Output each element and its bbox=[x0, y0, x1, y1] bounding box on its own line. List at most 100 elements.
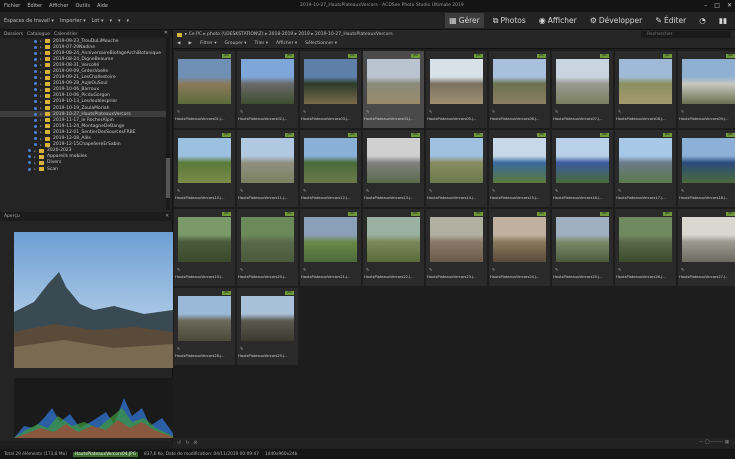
thumbnail[interactable]: JPG ✎ HautsPlateauxVercors29.J... bbox=[237, 288, 298, 365]
tree-scrollbar[interactable] bbox=[166, 38, 170, 210]
close-icon[interactable]: ✕ bbox=[165, 212, 169, 221]
mode-manage[interactable]: ▦ Gérer bbox=[445, 13, 484, 28]
group-menu[interactable]: Grouper ▾ bbox=[225, 41, 247, 46]
sort-menu[interactable]: Trier ▾ bbox=[255, 41, 269, 46]
maximize-icon[interactable]: □ bbox=[714, 2, 720, 9]
mode-edit[interactable]: ✎ Éditer bbox=[651, 13, 690, 28]
edited-icon: ✎ bbox=[618, 109, 622, 114]
edited-icon: ✎ bbox=[366, 188, 370, 193]
rotate-left-icon[interactable]: ↺ bbox=[177, 440, 181, 446]
view-menu[interactable]: Afficher ▾ bbox=[276, 41, 297, 46]
thumbnail[interactable]: JPG ✎ HautsPlateauxVercors26.J... bbox=[615, 209, 676, 286]
tree-folder[interactable]: ▸ Scan bbox=[0, 166, 166, 172]
thumbnail-caption: HautsPlateauxVercors15.J... bbox=[490, 196, 540, 200]
slideshow-button[interactable]: ▾ bbox=[118, 18, 121, 24]
thumbnail[interactable]: JPG ✎ HautsPlateauxVercors20.J... bbox=[237, 209, 298, 286]
thumbnail[interactable]: JPG ✎ HautsPlateauxVercors10.J... bbox=[174, 130, 235, 207]
tree-folder-label: 2019-07-29Nadine bbox=[53, 44, 96, 50]
edited-icon: ✎ bbox=[555, 109, 559, 114]
thumbnail[interactable]: JPG ✎ HautsPlateauxVercors13.J... bbox=[363, 130, 424, 207]
menu-afficher[interactable]: Afficher bbox=[49, 3, 68, 9]
thumbnail[interactable]: JPG ✎ HautsPlateauxVercors23.J... bbox=[426, 209, 487, 286]
minimize-icon[interactable]: – bbox=[704, 2, 707, 9]
thumbnail[interactable]: JPG ✎ HautsPlateauxVercors04.J... bbox=[363, 51, 424, 128]
thumbnail[interactable]: JPG ✎ HautsPlateauxVercors01.J... bbox=[174, 51, 235, 128]
thumbnail[interactable]: JPG ✎ HautsPlateauxVercors22.J... bbox=[363, 209, 424, 286]
stats-icon[interactable]: ▮▮ bbox=[715, 13, 731, 28]
thumbnail-caption: HautsPlateauxVercors02.J... bbox=[238, 117, 288, 121]
pin-icon[interactable]: ✕ bbox=[164, 30, 168, 36]
sync-indicator-icon bbox=[28, 161, 31, 165]
folder-icon bbox=[39, 154, 44, 159]
thumbnail[interactable]: JPG ✎ HautsPlateauxVercors25.J... bbox=[552, 209, 613, 286]
thumbnail[interactable]: JPG ✎ HautsPlateauxVercors09.J... bbox=[678, 51, 735, 128]
breadcrumb-path[interactable]: ▸ Ce PC ▸ photo (\\DESKSTATION\Z) ▸ 2018… bbox=[185, 32, 393, 37]
thumbnail-caption: HautsPlateauxVercors09.J... bbox=[679, 117, 729, 121]
edited-icon: ✎ bbox=[429, 188, 433, 193]
thumbnail[interactable]: JPG ✎ HautsPlateauxVercors27.J... bbox=[678, 209, 735, 286]
eye-icon: ◉ bbox=[538, 16, 546, 25]
file-type-badge: JPG bbox=[726, 133, 735, 137]
thumbnail[interactable]: JPG ✎ HautsPlateauxVercors03.J... bbox=[300, 51, 361, 128]
thumbnail[interactable]: JPG ✎ HautsPlateauxVercors02.J... bbox=[237, 51, 298, 128]
tree-folder-label: 2019-09-28_AuJeOuSoul bbox=[53, 81, 108, 87]
tab-folders[interactable]: Dossiers bbox=[4, 32, 23, 37]
thumbnail[interactable]: JPG ✎ HautsPlateauxVercors06.J... bbox=[489, 51, 550, 128]
search-input[interactable]: Rechercher bbox=[641, 31, 731, 38]
thumbnail[interactable]: JPG ✎ HautsPlateauxVercors05.J... bbox=[426, 51, 487, 128]
back-icon[interactable]: ◀ bbox=[177, 41, 180, 46]
thumbnail[interactable]: JPG ✎ HautsPlateauxVercors07.J... bbox=[552, 51, 613, 128]
thumbnail[interactable]: JPG ✎ HautsPlateauxVercors18.J... bbox=[678, 130, 735, 207]
thumbnail-caption: HautsPlateauxVercors29.J... bbox=[238, 354, 288, 358]
thumbnail-caption: HautsPlateauxVercors25.J... bbox=[553, 275, 603, 279]
thumbnail-size-slider[interactable]: — ◯——— ▦ bbox=[699, 440, 729, 445]
workspaces-button[interactable]: Espaces de travail ▾ bbox=[4, 18, 54, 24]
thumbnail-image bbox=[178, 138, 231, 183]
mode-view[interactable]: ◉ Afficher bbox=[535, 13, 581, 28]
menu-aide[interactable]: Aide bbox=[97, 3, 108, 9]
menu-fichier[interactable]: Fichier bbox=[4, 3, 20, 9]
thumbnail-image bbox=[556, 217, 609, 262]
rotate-right-icon[interactable]: ↻ bbox=[185, 440, 189, 446]
menu-outils[interactable]: Outils bbox=[75, 3, 89, 9]
preview-header: Aperçu ✕ bbox=[0, 212, 173, 221]
send-button[interactable]: ▾ bbox=[127, 18, 130, 24]
forward-icon[interactable]: ▶ bbox=[188, 41, 191, 46]
batch-button[interactable]: Lot ▾ bbox=[92, 18, 104, 24]
thumbnail[interactable]: JPG ✎ HautsPlateauxVercors24.J... bbox=[489, 209, 550, 286]
mode-photos[interactable]: ⧉ Photos bbox=[489, 13, 530, 28]
create-button[interactable]: ▾ bbox=[110, 18, 113, 24]
thumbnail[interactable]: JPG ✎ HautsPlateauxVercors28.J... bbox=[174, 288, 235, 365]
thumbnail-caption: HautsPlateauxVercors13.J... bbox=[364, 196, 414, 200]
scrollbar-thumb[interactable] bbox=[166, 158, 170, 198]
thumbnail-image bbox=[619, 217, 672, 262]
thumbnail[interactable]: JPG ✎ HautsPlateauxVercors08.J... bbox=[615, 51, 676, 128]
sync-indicator-icon bbox=[34, 106, 37, 110]
tree-folder-label: 2019-11-24_MontagneDeBange bbox=[53, 123, 125, 129]
thumbnail[interactable]: JPG ✎ HautsPlateauxVercors15.J... bbox=[489, 130, 550, 207]
select-menu[interactable]: Sélectionner ▾ bbox=[305, 41, 337, 46]
sync-indicator-icon bbox=[34, 45, 37, 49]
tab-catalog[interactable]: Catalogue bbox=[27, 32, 50, 37]
thumbnail-caption: HautsPlateauxVercors14.J... bbox=[427, 196, 477, 200]
menu-editer[interactable]: Éditer bbox=[27, 3, 42, 9]
tab-calendar[interactable]: Calendrier bbox=[54, 32, 77, 37]
folder-icon bbox=[45, 45, 50, 50]
tree-folder-label: 2019-10-06_Barroux bbox=[53, 87, 100, 93]
mode-develop[interactable]: ⚙ Développer bbox=[586, 13, 647, 28]
thumbnail[interactable]: JPG ✎ HautsPlateauxVercors12.J... bbox=[300, 130, 361, 207]
delete-icon[interactable]: ⊗ bbox=[193, 440, 197, 446]
filter-menu[interactable]: Filtrer ▾ bbox=[200, 41, 217, 46]
import-button[interactable]: Importer ▾ bbox=[60, 18, 86, 24]
thumbnail[interactable]: JPG ✎ HautsPlateauxVercors16.J... bbox=[552, 130, 613, 207]
thumbnail[interactable]: JPG ✎ HautsPlateauxVercors21.J... bbox=[300, 209, 361, 286]
close-icon[interactable]: ✕ bbox=[727, 2, 732, 9]
thumbnail-image bbox=[178, 59, 231, 104]
folder-icon bbox=[45, 81, 50, 86]
thumbnail[interactable]: JPG ✎ HautsPlateauxVercors11.J... bbox=[237, 130, 298, 207]
thumbnail[interactable]: JPG ✎ HautsPlateauxVercors19.J... bbox=[174, 209, 235, 286]
thumbnail[interactable]: JPG ✎ HautsPlateauxVercors17.J... bbox=[615, 130, 676, 207]
tree-folder-label: 2019-09-21_LesChallestoire bbox=[53, 75, 116, 81]
dashboard-icon[interactable]: ◔ bbox=[695, 13, 710, 28]
thumbnail[interactable]: JPG ✎ HautsPlateauxVercors14.J... bbox=[426, 130, 487, 207]
